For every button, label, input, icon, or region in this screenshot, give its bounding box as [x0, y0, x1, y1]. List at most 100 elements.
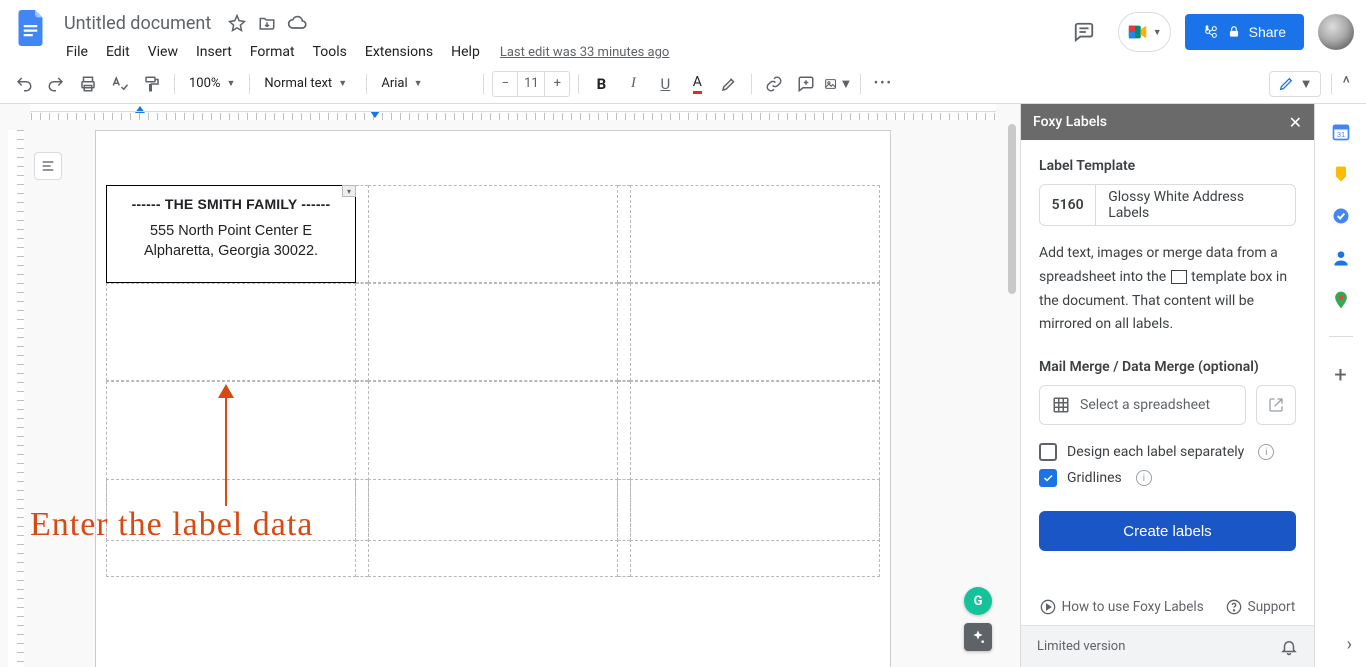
side-app-rail: 31 + › [1314, 104, 1366, 667]
font-size-group: − 11 + [492, 71, 570, 97]
zoom-combo[interactable]: 100%▼ [183, 70, 241, 98]
more-button[interactable]: ••• [869, 70, 897, 98]
cloud-status-icon[interactable] [287, 13, 307, 33]
menu-format[interactable]: Format [242, 40, 303, 64]
get-addons-button[interactable]: + [1334, 363, 1346, 388]
design-each-label: Design each label separately [1067, 444, 1244, 460]
label-cell[interactable] [368, 283, 618, 381]
label-gap [356, 479, 368, 577]
label-cell[interactable] [630, 479, 880, 577]
spreadsheet-select[interactable]: Select a spreadsheet [1039, 385, 1246, 425]
paint-format-button[interactable] [138, 70, 166, 98]
bold-button[interactable]: B [587, 70, 615, 98]
tasks-icon[interactable] [1331, 206, 1351, 226]
menu-view[interactable]: View [140, 40, 186, 64]
share-button[interactable]: Share [1185, 14, 1304, 50]
comments-icon[interactable] [1064, 12, 1104, 52]
label-cell[interactable] [630, 283, 880, 381]
vertical-ruler[interactable] [8, 130, 24, 667]
label-cell[interactable] [368, 185, 618, 283]
style-value: Normal text [264, 76, 332, 91]
grammarly-icon[interactable]: G [964, 587, 992, 615]
contacts-icon[interactable] [1331, 248, 1351, 268]
support-label: Support [1248, 599, 1296, 615]
print-button[interactable] [74, 70, 102, 98]
menu-extensions[interactable]: Extensions [357, 40, 441, 64]
font-size-input[interactable]: 11 [517, 72, 545, 96]
horizontal-ruler[interactable] [30, 104, 996, 120]
insert-link-button[interactable] [760, 70, 788, 98]
font-combo[interactable]: Arial▼ [375, 70, 475, 98]
close-icon[interactable]: ✕ [1289, 113, 1302, 132]
label-cell[interactable] [368, 479, 618, 577]
first-line-indent-marker[interactable] [135, 106, 145, 113]
gridlines-checkbox[interactable] [1039, 469, 1057, 487]
last-edit-link[interactable]: Last edit was 33 minutes ago [500, 45, 670, 60]
sidepanel-header: Foxy Labels ✕ [1021, 104, 1314, 140]
label-cell-1[interactable]: ▾ ------ THE SMITH FAMILY ------ 555 Nor… [106, 185, 356, 283]
font-size-increase[interactable]: + [545, 76, 569, 91]
undo-button[interactable] [10, 70, 38, 98]
label-header[interactable]: ------ THE SMITH FAMILY ------ [113, 196, 349, 212]
cell-menu-icon[interactable]: ▾ [342, 185, 356, 197]
right-indent-marker[interactable] [370, 111, 380, 118]
keep-icon[interactable] [1331, 164, 1351, 184]
svg-text:31: 31 [1336, 130, 1344, 139]
vertical-scrollbar[interactable] [1008, 124, 1016, 294]
doc-title[interactable]: Untitled document [58, 13, 217, 34]
notifications-icon[interactable] [1280, 638, 1298, 656]
account-avatar[interactable] [1318, 14, 1354, 50]
template-box-icon [1171, 270, 1187, 284]
insert-comment-button[interactable] [792, 70, 820, 98]
label-addr-2[interactable]: Alpharetta, Georgia 30022. [113, 242, 349, 262]
underline-button[interactable]: U [651, 70, 679, 98]
calendar-icon[interactable]: 31 [1331, 122, 1351, 142]
page[interactable]: ▾ ------ THE SMITH FAMILY ------ 555 Nor… [95, 130, 891, 667]
share-label: Share [1249, 24, 1286, 40]
hide-menus-button[interactable]: ^ [1342, 73, 1350, 94]
design-each-checkbox[interactable] [1039, 443, 1057, 461]
annotation-text: Enter the label data [30, 506, 313, 544]
collapse-rail-button[interactable]: › [1347, 634, 1352, 655]
insert-image-button[interactable]: ▼ [824, 70, 852, 98]
star-icon[interactable] [227, 13, 247, 33]
info-icon[interactable]: i [1136, 470, 1152, 486]
gridlines-label: Gridlines [1067, 470, 1122, 486]
spellcheck-button[interactable] [106, 70, 134, 98]
menu-file[interactable]: File [58, 40, 96, 64]
italic-button[interactable]: I [619, 70, 647, 98]
open-external-icon[interactable] [1256, 385, 1296, 425]
meet-button[interactable]: ▼ [1118, 12, 1171, 52]
menubar: File Edit View Insert Format Tools Exten… [58, 38, 669, 66]
docs-home-icon[interactable] [12, 8, 52, 48]
highlight-button[interactable] [715, 70, 743, 98]
support-link[interactable]: Support [1226, 599, 1296, 615]
spreadsheet-placeholder: Select a spreadsheet [1080, 397, 1210, 413]
howto-link[interactable]: How to use Foxy Labels [1040, 599, 1204, 615]
move-icon[interactable] [257, 13, 277, 33]
label-cell[interactable] [630, 185, 880, 283]
font-size-decrease[interactable]: − [493, 76, 517, 91]
label-cell[interactable] [106, 283, 356, 381]
info-icon[interactable]: i [1258, 444, 1274, 460]
create-labels-button[interactable]: Create labels [1039, 511, 1296, 551]
menu-edit[interactable]: Edit [98, 40, 138, 64]
annotation-arrow [225, 386, 227, 506]
label-gap [618, 185, 630, 283]
maps-icon[interactable] [1331, 290, 1351, 310]
sidepanel-title: Foxy Labels [1033, 114, 1107, 130]
toolbar: 100%▼ Normal text▼ Arial▼ − 11 + B I U A… [0, 64, 1366, 104]
menu-tools[interactable]: Tools [305, 40, 355, 64]
document-canvas[interactable]: ▾ ------ THE SMITH FAMILY ------ 555 Nor… [0, 104, 1020, 667]
zoom-value: 100% [189, 76, 220, 91]
editing-mode-button[interactable]: ▼ [1269, 71, 1322, 97]
text-color-button[interactable]: A [683, 70, 711, 98]
menu-help[interactable]: Help [443, 40, 488, 64]
template-select[interactable]: 5160 Glossy White Address Labels [1039, 184, 1296, 226]
menu-insert[interactable]: Insert [188, 40, 240, 64]
redo-button[interactable] [42, 70, 70, 98]
paragraph-style-combo[interactable]: Normal text▼ [258, 70, 358, 98]
explore-button[interactable] [964, 623, 992, 651]
outline-toggle-button[interactable] [34, 152, 62, 180]
label-addr-1[interactable]: 555 North Point Center E [113, 222, 349, 242]
